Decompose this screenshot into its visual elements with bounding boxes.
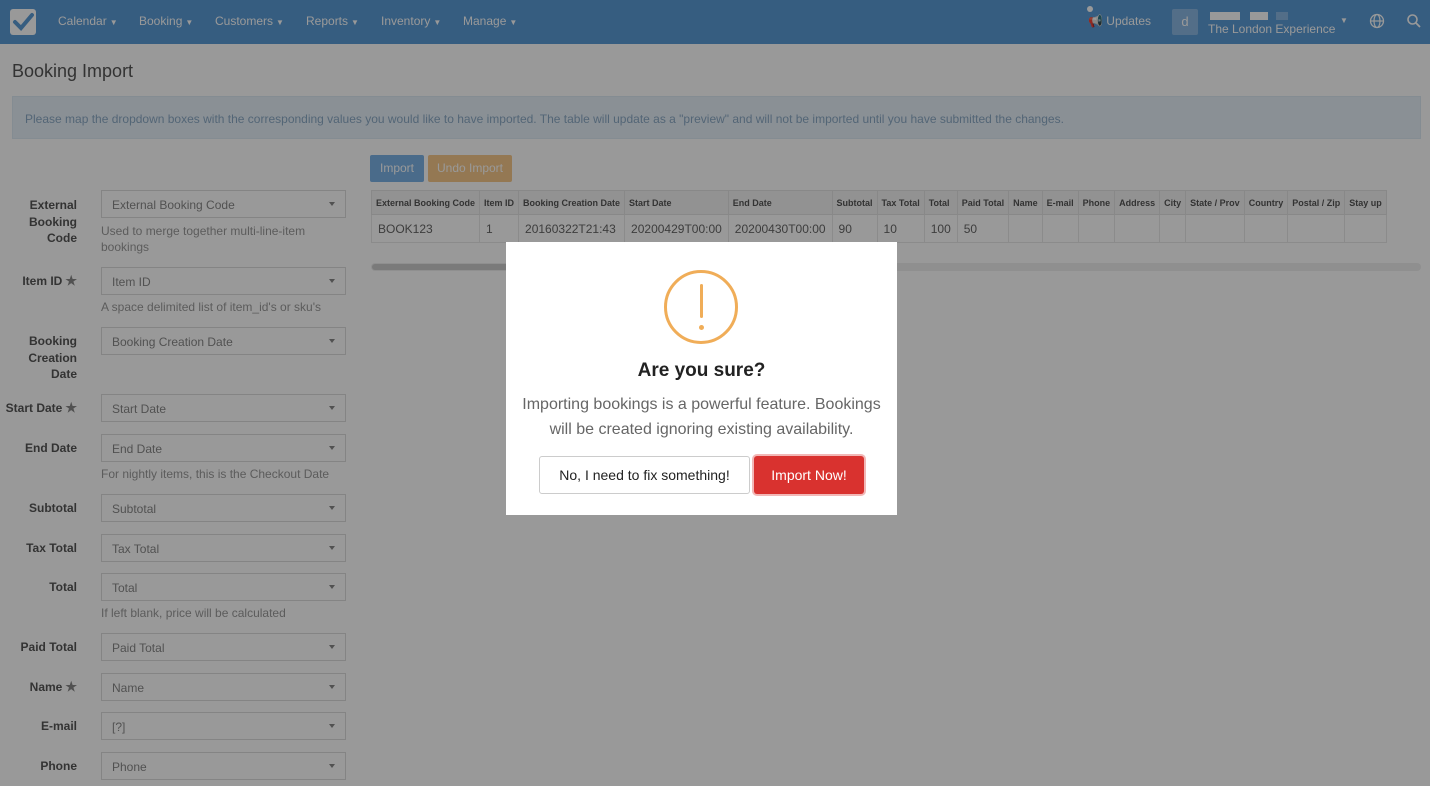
import-now-button[interactable]: Import Now! bbox=[754, 456, 864, 494]
warning-icon bbox=[664, 270, 738, 344]
cancel-button[interactable]: No, I need to fix something! bbox=[539, 456, 750, 494]
dialog-message: Importing bookings is a powerful feature… bbox=[522, 396, 881, 438]
dialog-title: Are you sure? bbox=[637, 360, 766, 381]
confirm-dialog: Are you sure? Importing bookings is a po… bbox=[506, 242, 897, 515]
